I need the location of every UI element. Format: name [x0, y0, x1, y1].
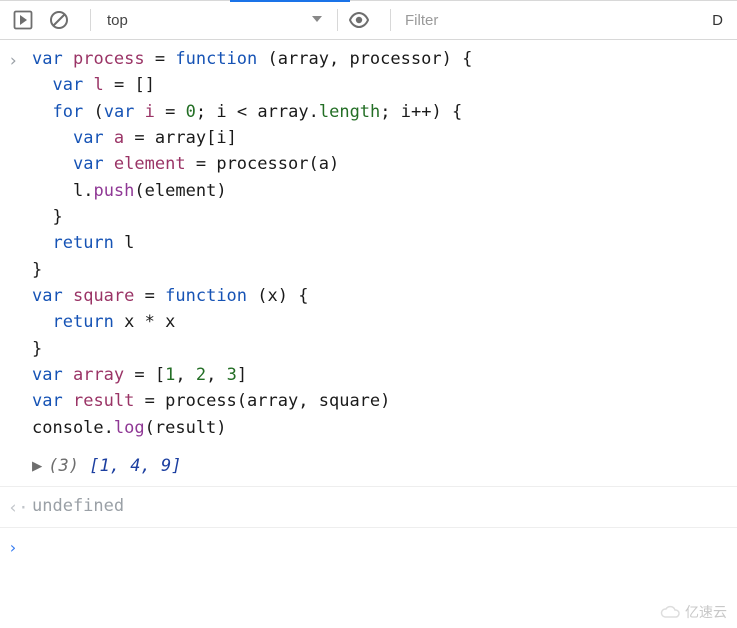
input-chevron-icon: › — [8, 46, 32, 74]
code-block[interactable]: var process = function (array, processor… — [32, 46, 727, 441]
context-label: top — [107, 12, 128, 29]
console-prompt-row[interactable]: › — [0, 528, 737, 565]
toolbar-separator — [90, 9, 91, 31]
disclosure-triangle-icon[interactable]: ▶ — [32, 453, 42, 479]
toolbar-separator — [390, 9, 391, 31]
watermark-text: 亿速云 — [685, 602, 727, 622]
toolbar-separator — [337, 9, 338, 31]
clear-console-button[interactable] — [46, 7, 72, 33]
array-preview: [1, 4, 9] — [89, 453, 181, 479]
array-length-badge: (3) — [48, 453, 79, 479]
console-input-row: › var process = function (array, process… — [0, 40, 737, 447]
prompt-chevron-icon: › — [8, 536, 32, 557]
execute-button[interactable] — [10, 7, 36, 33]
return-chevron-icon: ‹· — [8, 493, 32, 521]
console-toolbar: top D — [0, 0, 737, 40]
log-gutter — [8, 453, 32, 455]
return-value: undefined — [32, 493, 727, 519]
play-frame-icon — [13, 10, 33, 30]
console-body: › var process = function (array, process… — [0, 40, 737, 565]
watermark: 亿速云 — [659, 602, 727, 622]
filter-input[interactable] — [399, 8, 708, 33]
log-output[interactable]: ▶ (3) [1, 4, 9] — [32, 453, 727, 479]
console-log-row: ▶ (3) [1, 4, 9] — [0, 447, 737, 486]
toolbar-trailing-char: D — [708, 12, 727, 29]
chevron-down-icon — [311, 12, 323, 29]
console-return-row: ‹· undefined — [0, 487, 737, 528]
live-expression-button[interactable] — [346, 7, 372, 33]
ban-icon — [49, 10, 69, 30]
eye-icon — [348, 9, 370, 31]
cloud-icon — [659, 605, 681, 619]
context-selector[interactable]: top — [99, 12, 329, 29]
